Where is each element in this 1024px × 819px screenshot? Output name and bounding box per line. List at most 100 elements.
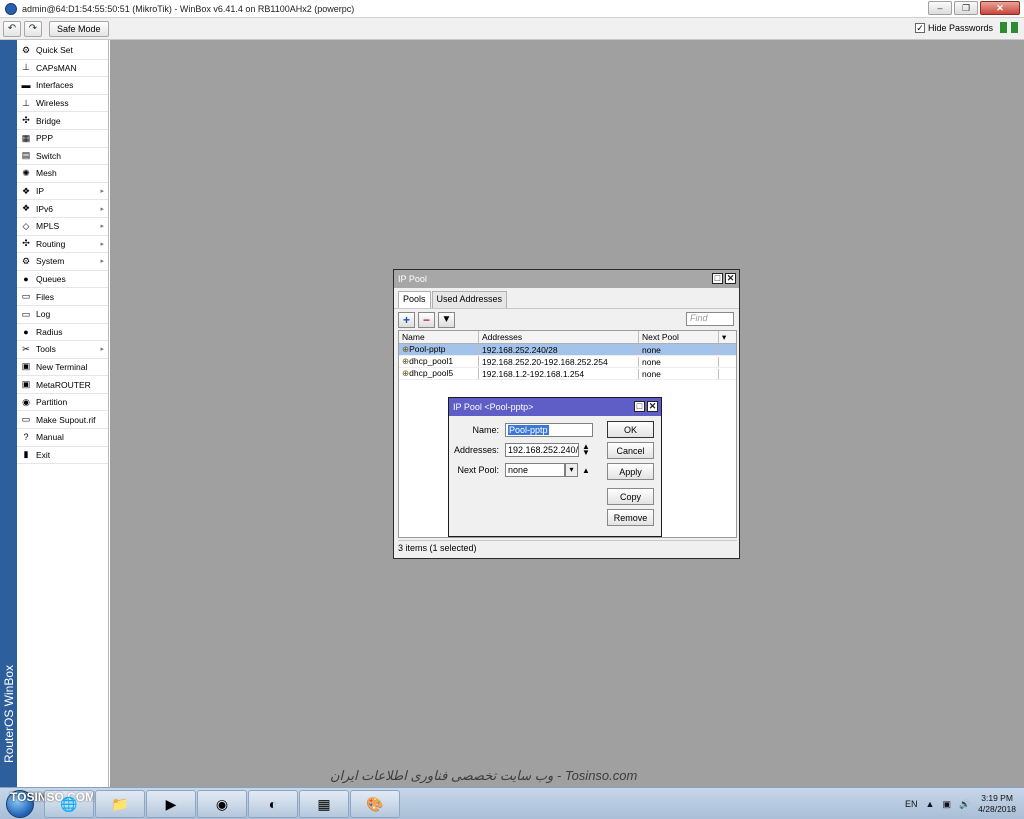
sidebar-item-mesh[interactable]: ✺ Mesh: [17, 165, 108, 183]
sidebar-item-make-supout-rif[interactable]: ▭ Make Supout.rif: [17, 411, 108, 430]
mesh-icon: ✺: [22, 167, 30, 178]
column-next-pool[interactable]: Next Pool: [639, 331, 719, 343]
title-bar: admin@64:D1:54:55:50:51 (MikroTik) - Win…: [0, 0, 1024, 18]
sidebar: RouterOS WinBox ⚙ Quick Set ⊥ CAPsMAN ▬ Inter…: [0, 40, 109, 787]
sidebar-item-label: Tools: [36, 344, 56, 355]
remove-button[interactable]: Remove: [607, 509, 654, 526]
cell-next-pool: none: [639, 356, 719, 367]
clock[interactable]: 3:19 PM 4/28/2018: [978, 793, 1016, 815]
close-button[interactable]: ✕: [980, 1, 1020, 15]
sidebar-item-interfaces[interactable]: ▬ Interfaces: [17, 77, 108, 95]
name-label: Name:: [472, 425, 499, 435]
remove-icon[interactable]: −: [418, 311, 435, 328]
hide-passwords[interactable]: ✓ Hide Passwords: [914, 22, 1018, 33]
sidebar-item-label: PPP: [36, 133, 54, 144]
sidebar-item-log[interactable]: ▭ Log: [17, 306, 108, 324]
name-row: Name: Pool-pptp: [451, 423, 593, 437]
tray-expand-icon[interactable]: ▲: [926, 799, 935, 809]
next-pool-select[interactable]: none: [505, 463, 565, 477]
media-player-icon[interactable]: ▶: [146, 790, 196, 818]
maximize-icon[interactable]: □: [634, 401, 645, 412]
sidebar-item-label: MetaROUTER: [36, 379, 91, 390]
cancel-button[interactable]: Cancel: [607, 442, 654, 459]
network-icon[interactable]: ▣: [942, 799, 951, 810]
volume-icon[interactable]: 🔊: [959, 799, 970, 810]
files-icon: ▭: [21, 291, 31, 302]
sidebar-item-label: Exit: [36, 449, 51, 460]
language-indicator[interactable]: EN: [905, 799, 918, 809]
sidebar-item-label: CAPsMAN: [36, 62, 77, 73]
column-menu-icon[interactable]: ▾: [719, 331, 736, 343]
dropdown-icon[interactable]: ▾: [565, 463, 578, 477]
table-row[interactable]: ⊕dhcp_pool1 192.168.252.20-192.168.252.25…: [399, 356, 736, 368]
pool-edit-dialog: IP Pool <Pool-pptp> □ ✕ Name: Pool-pptp …: [448, 397, 662, 537]
collapse-icon[interactable]: ▲: [582, 466, 590, 475]
addresses-row: Addresses: 192.168.252.240/28 ▲▼: [451, 443, 590, 457]
mpls-icon: ◇: [22, 220, 30, 231]
sidebar-item-manual[interactable]: ? Manual: [17, 429, 108, 447]
tools-icon: ✂: [22, 343, 30, 354]
safe-mode-button[interactable]: Safe Mode: [49, 20, 109, 37]
dialog-title-bar[interactable]: IP Pool <Pool-pptp> □ ✕: [449, 398, 661, 416]
sidebar-item-exit[interactable]: ▮ Exit: [17, 447, 108, 465]
sidebar-item-tools[interactable]: ✂ Tools ▸: [17, 341, 108, 359]
tab-pools[interactable]: Pools: [398, 291, 431, 308]
table-row[interactable]: ⊕Pool-pptp 192.168.252.240/28 none: [399, 344, 736, 356]
sidebar-item-ip[interactable]: ❖ IP ▸: [17, 183, 108, 201]
sidebar-item-switch[interactable]: ▤ Switch: [17, 148, 108, 166]
hide-passwords-checkbox[interactable]: ✓: [914, 22, 925, 33]
sidebar-item-radius[interactable]: ● Radius: [17, 324, 108, 342]
main-toolbar: ↶ ↷ Safe Mode ✓ Hide Passwords: [0, 18, 1024, 40]
find-input[interactable]: Find: [686, 312, 734, 326]
excel-icon[interactable]: ▦: [299, 790, 349, 818]
close-icon[interactable]: ✕: [647, 401, 658, 412]
winbox-taskbar-icon[interactable]: ◐: [248, 790, 298, 818]
submenu-arrow-icon: ▸: [100, 346, 104, 354]
restore-button[interactable]: ❐: [954, 1, 978, 15]
paint-icon[interactable]: 🎨: [350, 790, 400, 818]
add-icon[interactable]: +: [398, 311, 415, 328]
sidebar-item-mpls[interactable]: ◇ MPLS ▸: [17, 218, 108, 236]
table-header: Name Addresses Next Pool ▾: [399, 331, 736, 344]
sidebar-item-system[interactable]: ⚙ System ▸: [17, 253, 108, 271]
sidebar-item-quick-set[interactable]: ⚙ Quick Set: [17, 42, 108, 60]
chrome-icon[interactable]: ◉: [197, 790, 247, 818]
apply-button[interactable]: Apply: [607, 463, 654, 480]
sidebar-item-new-terminal[interactable]: ▣ New Terminal: [17, 359, 108, 377]
addresses-field[interactable]: 192.168.252.240/28: [505, 443, 579, 457]
minimize-button[interactable]: –: [928, 1, 952, 15]
addresses-label: Addresses:: [453, 445, 499, 455]
sidebar-item-queues[interactable]: ● Queues: [17, 271, 108, 289]
ok-button[interactable]: OK: [607, 421, 654, 438]
sidebar-item-files[interactable]: ▭ Files: [17, 288, 108, 306]
ip-pool-title-bar[interactable]: IP Pool □ ✕: [394, 270, 739, 288]
sidebar-item-metarouter[interactable]: ▣ MetaROUTER: [17, 376, 108, 394]
bridge-icon: ✣: [22, 115, 30, 126]
redo-button[interactable]: ↷: [24, 20, 42, 37]
filter-icon[interactable]: ▼: [438, 311, 455, 328]
winbox-app-icon: [5, 2, 17, 15]
undo-button[interactable]: ↶: [3, 20, 21, 37]
close-icon[interactable]: ✕: [725, 273, 736, 284]
column-addresses[interactable]: Addresses: [479, 331, 639, 343]
file-explorer-icon[interactable]: 📁: [95, 790, 145, 818]
name-field[interactable]: Pool-pptp: [505, 423, 593, 437]
sidebar-item-ipv6[interactable]: ❖ IPv6 ▸: [17, 200, 108, 218]
sidebar-item-bridge[interactable]: ✣ Bridge: [17, 112, 108, 130]
internet-explorer-icon[interactable]: 🌐: [44, 790, 94, 818]
sidebar-item-wireless[interactable]: ⊥ Wireless: [17, 95, 108, 113]
sidebar-item-capsman[interactable]: ⊥ CAPsMAN: [17, 60, 108, 78]
routing-icon: ✣: [22, 238, 30, 249]
tab-used-addresses[interactable]: Used Addresses: [431, 291, 508, 308]
sidebar-item-ppp[interactable]: ▦ PPP: [17, 130, 108, 148]
maximize-icon[interactable]: □: [712, 273, 723, 284]
system-tray: EN ▲ ▣ 🔊 3:19 PM 4/28/2018: [905, 788, 1016, 819]
column-name[interactable]: Name: [399, 331, 479, 343]
spin-icon[interactable]: ▲ ▼: [582, 443, 590, 457]
table-row[interactable]: ⊕dhcp_pool5 192.168.1.2-192.168.1.254 none: [399, 368, 736, 380]
sidebar-menu: ⚙ Quick Set ⊥ CAPsMAN ▬ Interfaces ⊥ Wireless ✣ B…: [17, 42, 108, 465]
sidebar-item-routing[interactable]: ✣ Routing ▸: [17, 236, 108, 254]
sidebar-item-partition[interactable]: ◉ Partition: [17, 394, 108, 412]
terminal-icon: ▣: [21, 361, 31, 372]
copy-button[interactable]: Copy: [607, 488, 654, 505]
